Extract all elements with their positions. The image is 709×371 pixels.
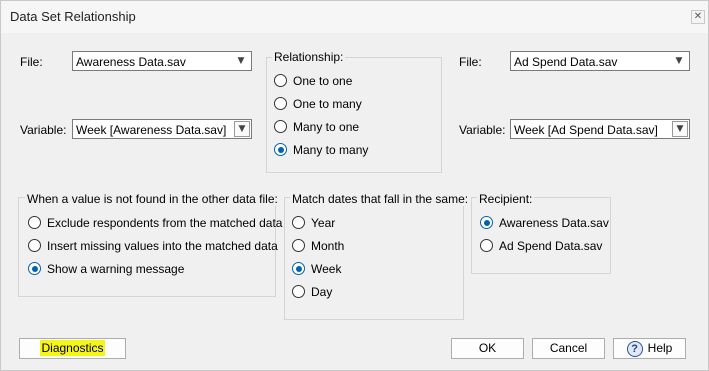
help-button-label: Help	[647, 341, 673, 355]
chevron-down-icon[interactable]: ▼	[235, 54, 247, 68]
radio-label: Exclude respondents from the matched dat…	[47, 216, 283, 230]
radio-label: Many to many	[293, 143, 369, 157]
radio-button[interactable]	[274, 74, 287, 87]
relationship-title: Relationship:	[272, 50, 346, 64]
right-file-dropdown[interactable]: Ad Spend Data.sav ▼	[510, 51, 690, 71]
chevron-down-icon[interactable]: ▼	[234, 121, 250, 137]
ok-button[interactable]: OK	[451, 338, 524, 359]
diagnostics-button-label: Diagnostics	[40, 340, 105, 356]
radio-label: Show a warning message	[47, 262, 185, 276]
radio-label: Week	[311, 262, 342, 276]
radio-label: Year	[311, 216, 336, 230]
radio-button[interactable]	[292, 285, 305, 298]
window-title: Data Set Relationship	[10, 9, 136, 24]
radio-label: Month	[311, 239, 345, 253]
left-file-dropdown[interactable]: Awareness Data.sav ▼	[72, 51, 252, 71]
recipient-group	[471, 197, 611, 274]
match-dates-title: Match dates that fall in the same:	[290, 192, 471, 206]
radio-button[interactable]	[292, 239, 305, 252]
radio-button[interactable]	[28, 216, 41, 229]
ok-button-label: OK	[478, 341, 497, 355]
not-found-title: When a value is not found in the other d…	[25, 192, 280, 206]
left-variable-value: Week [Awareness Data.sav]	[76, 123, 227, 137]
right-file-value: Ad Spend Data.sav	[514, 55, 618, 69]
diagnostics-button[interactable]: Diagnostics	[19, 338, 126, 359]
radio-button-selected[interactable]	[28, 262, 41, 275]
chevron-down-icon[interactable]: ▼	[672, 121, 688, 137]
radio-button-selected[interactable]	[274, 143, 287, 156]
radio-label: Day	[311, 285, 333, 299]
chevron-down-icon[interactable]: ▼	[673, 54, 685, 68]
left-variable-label: Variable:	[20, 123, 67, 137]
right-variable-value: Week [Ad Spend Data.sav]	[514, 123, 658, 137]
radio-button[interactable]	[274, 120, 287, 133]
radio-label: Ad Spend Data.sav	[499, 239, 603, 253]
right-variable-label: Variable:	[459, 123, 506, 137]
radio-label: One to many	[293, 97, 362, 111]
left-file-label: File:	[20, 55, 43, 69]
left-variable-dropdown[interactable]: Week [Awareness Data.sav] ▼	[72, 119, 252, 139]
recipient-title: Recipient:	[477, 192, 535, 206]
radio-button-selected[interactable]	[292, 262, 305, 275]
cancel-button-label: Cancel	[549, 341, 588, 355]
left-file-value: Awareness Data.sav	[76, 55, 186, 69]
radio-label: Insert missing values into the matched d…	[47, 239, 278, 253]
radio-button[interactable]	[274, 97, 287, 110]
radio-label: One to one	[293, 74, 353, 88]
radio-button-selected[interactable]	[480, 216, 493, 229]
radio-button[interactable]	[292, 216, 305, 229]
radio-button[interactable]	[480, 239, 493, 252]
cancel-button[interactable]: Cancel	[532, 338, 605, 359]
right-file-label: File:	[459, 55, 482, 69]
radio-label: Many to one	[293, 120, 360, 134]
radio-label: Awareness Data.sav	[499, 216, 609, 230]
dialog-window: Data Set Relationship ✕ File: Awareness …	[0, 0, 709, 371]
help-button[interactable]: ? Help	[613, 338, 686, 359]
help-icon: ?	[626, 340, 643, 357]
close-icon[interactable]: ✕	[691, 10, 705, 24]
title-bar: Data Set Relationship ✕	[1, 1, 708, 33]
radio-button[interactable]	[28, 239, 41, 252]
right-variable-dropdown[interactable]: Week [Ad Spend Data.sav] ▼	[510, 119, 690, 139]
